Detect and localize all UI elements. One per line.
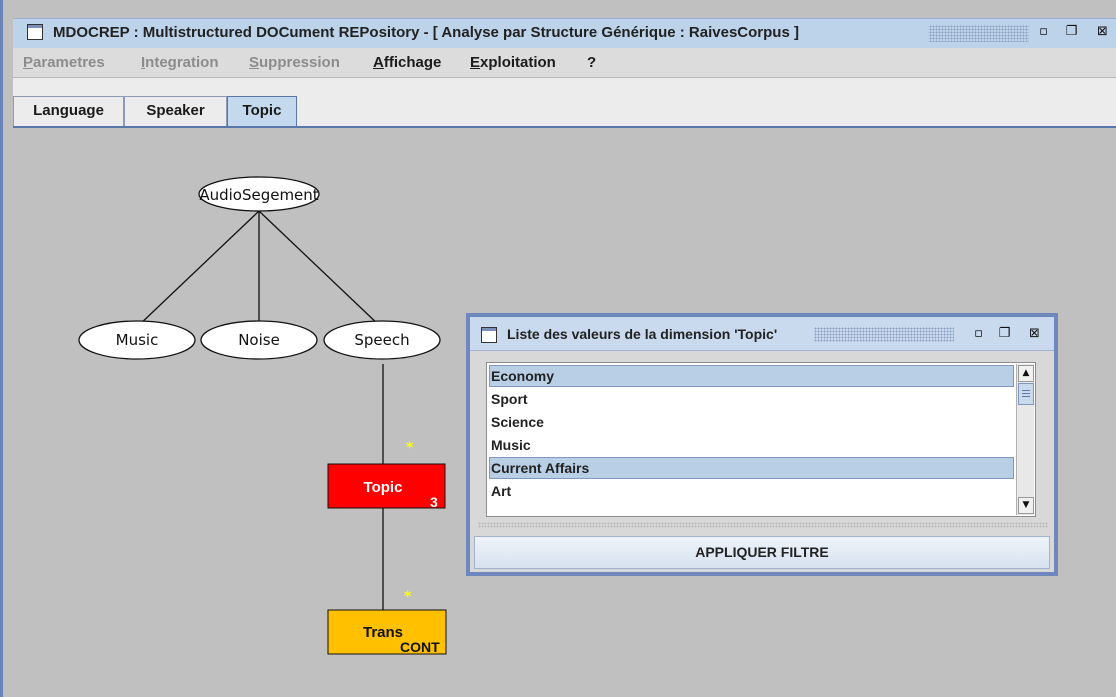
menu-integration[interactable]: Integration [141, 54, 219, 71]
close-icon[interactable]: ⊠ [1094, 24, 1111, 41]
list-item[interactable]: Sport [489, 388, 1014, 410]
dialog-app-icon [481, 327, 497, 343]
node-noise[interactable]: Noise [200, 320, 318, 360]
node-audiosegement[interactable]: AudioSegement [198, 176, 320, 212]
dialog-close-icon[interactable]: ⊠ [1026, 326, 1043, 343]
node-topic-label: Topic [364, 479, 403, 496]
tab-language[interactable]: Language [13, 96, 124, 126]
list-item[interactable]: Current Affairs [489, 457, 1014, 479]
main-window: MDOCREP : Multistructured DOCument REPos… [0, 0, 1116, 697]
list-item[interactable]: Science [489, 411, 1014, 433]
menu-parametres-label: arametres [33, 54, 105, 71]
node-trans-sublabel: CONT [400, 639, 440, 655]
menu-integration-label: ntegration [145, 54, 219, 71]
menu-help[interactable]: ? [587, 54, 596, 71]
node-topic-count: 3 [430, 494, 438, 510]
list-item[interactable]: Economy [489, 365, 1014, 387]
tab-speaker[interactable]: Speaker [124, 96, 227, 126]
dialog-maximize-icon[interactable]: ❐ [996, 326, 1013, 343]
scroll-thumb[interactable] [1018, 383, 1034, 405]
node-speech-label: Speech [354, 331, 409, 349]
window-title-bar[interactable]: MDOCREP : Multistructured DOCument REPos… [13, 18, 1116, 48]
menu-affichage-label: ffichage [383, 54, 442, 71]
scroll-down-icon[interactable]: ▼ [1018, 497, 1034, 514]
topic-multiplicity: * [406, 440, 414, 456]
node-music[interactable]: Music [78, 320, 196, 360]
scroll-up-icon[interactable]: ▲ [1018, 365, 1034, 382]
node-audiosegement-label: AudioSegement [199, 186, 318, 204]
edge-root-speech [258, 210, 382, 328]
tab-strip: Language Speaker Topic [13, 78, 1116, 128]
window-title: MDOCREP : Multistructured DOCument REPos… [53, 24, 799, 41]
node-speech[interactable]: Speech [323, 320, 441, 360]
topic-values-list[interactable]: Economy Sport Science Music Current Affa… [486, 362, 1036, 517]
menu-affichage-mnemonic: A [373, 54, 384, 71]
tab-topic[interactable]: Topic [227, 96, 297, 126]
dialog-title-grip [814, 327, 954, 342]
menu-exploitation-label: xploitation [480, 54, 556, 71]
menu-parametres-mnemonic: P [23, 54, 34, 71]
list-item[interactable]: Music [489, 434, 1014, 456]
window-app-icon [27, 24, 43, 40]
list-item[interactable]: Art [489, 480, 1014, 502]
menu-parametres[interactable]: Parametres [23, 54, 105, 71]
menu-exploitation[interactable]: Exploitation [470, 54, 556, 71]
node-topic[interactable]: Topic 3 [327, 463, 446, 510]
menu-suppression-label: uppression [259, 54, 340, 71]
menu-suppression[interactable]: Suppression [249, 54, 340, 71]
dialog-iconify-icon[interactable]: ▫ [970, 326, 987, 343]
values-dialog-body: Liste des valeurs de la dimension 'Topic… [470, 317, 1054, 572]
title-bar-grip [929, 25, 1029, 42]
node-trans[interactable]: Trans CONT [327, 609, 447, 655]
node-music-label: Music [116, 331, 159, 349]
trans-multiplicity: * [404, 589, 412, 605]
node-noise-label: Noise [238, 331, 280, 349]
menu-affichage[interactable]: Affichage [373, 54, 441, 71]
menu-suppression-mnemonic: S [249, 54, 260, 71]
dialog-divider [478, 522, 1048, 528]
list-scrollbar[interactable]: ▲ ▼ [1016, 364, 1034, 515]
apply-filter-button[interactable]: APPLIQUER FILTRE [474, 536, 1050, 569]
menu-exploitation-mnemonic: E [470, 54, 481, 71]
menu-bar: Parametres Integration Suppression Affic… [13, 48, 1116, 78]
maximize-icon[interactable]: ❐ [1063, 24, 1080, 41]
edge-root-music [136, 210, 260, 328]
iconify-icon[interactable]: ▫ [1035, 24, 1052, 41]
node-trans-label: Trans [363, 624, 403, 641]
values-dialog-title-bar[interactable]: Liste des valeurs de la dimension 'Topic… [470, 317, 1054, 351]
values-dialog: Liste des valeurs de la dimension 'Topic… [466, 313, 1058, 576]
values-dialog-title: Liste des valeurs de la dimension 'Topic… [507, 326, 778, 342]
